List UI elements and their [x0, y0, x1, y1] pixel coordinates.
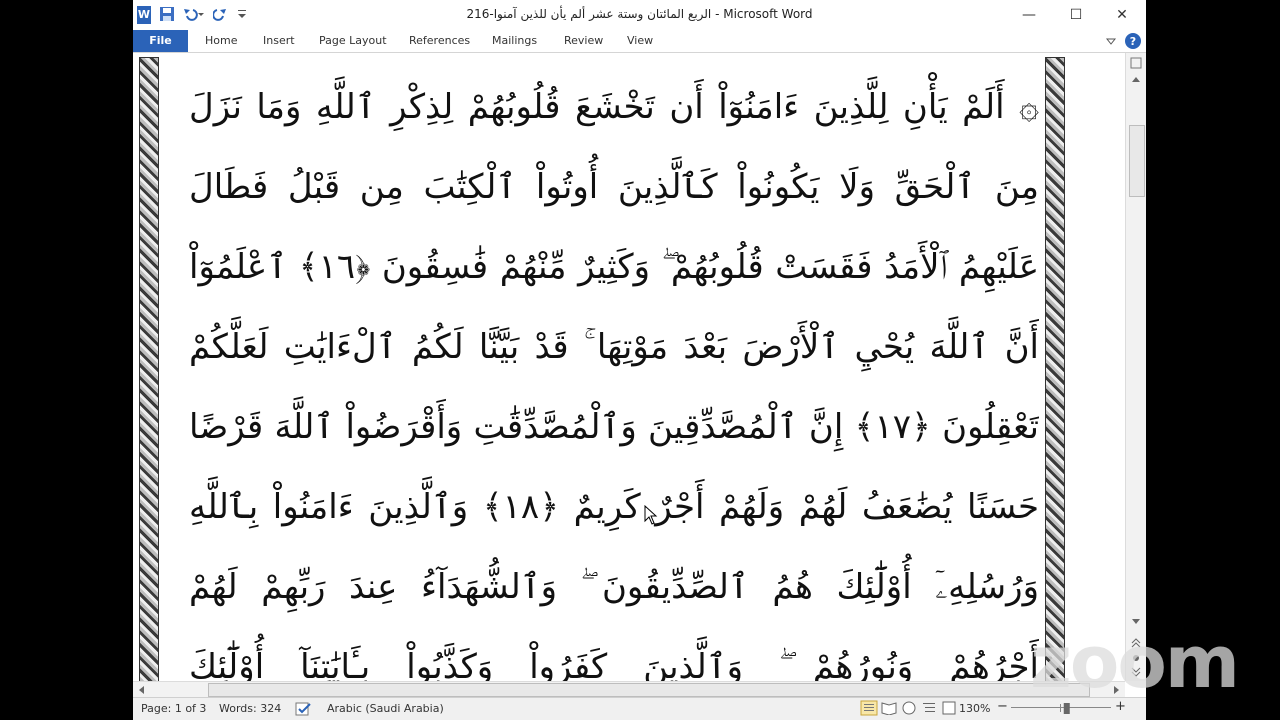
window-title: الربع المائتان وستة عشر ألم يأن للذين آم…	[466, 7, 813, 21]
mouse-cursor-icon	[644, 505, 658, 525]
status-bar: Page: 1 of 3 Words: 324 Arabic (Saudi Ar…	[133, 697, 1146, 720]
tab-home[interactable]: Home	[205, 30, 237, 52]
vertical-scrollbar[interactable]	[1125, 53, 1146, 681]
tab-insert[interactable]: Insert	[263, 30, 295, 52]
word-count[interactable]: Words: 324	[219, 702, 281, 716]
title-bar: W الربع المائتان وستة عشر ألم يأن للذين …	[133, 0, 1146, 30]
file-tab[interactable]: File	[133, 30, 188, 52]
tab-page-layout[interactable]: Page Layout	[319, 30, 387, 52]
full-screen-reading-icon[interactable]	[881, 701, 897, 715]
print-layout-icon[interactable]	[860, 700, 878, 716]
help-icon[interactable]: ?	[1124, 32, 1142, 50]
text-line[interactable]: ۞ أَلَمْ يَأْنِ لِلَّذِينَ ءَامَنُوٓاْ أ…	[189, 67, 1039, 147]
zoom-level[interactable]: 130%	[959, 702, 990, 716]
scroll-left-icon[interactable]	[137, 685, 145, 695]
text-line[interactable]: وَرُسُلِهِۦٓ أُوْلَٰٓئِكَ هُمُ ٱلصِّدِّي…	[189, 547, 1039, 627]
web-layout-icon[interactable]	[901, 701, 917, 715]
language-indicator[interactable]: Arabic (Saudi Arabia)	[327, 702, 444, 716]
ribbon-tabs: File Home Insert Page Layout References …	[133, 30, 1146, 53]
page-border-right	[1045, 57, 1065, 681]
horizontal-scroll-thumb[interactable]	[208, 683, 1090, 697]
text-line[interactable]: حَسَنًا يُضَٰعَفُ لَهُمْ وَلَهُمْ أَجْرٌ…	[189, 467, 1039, 547]
text-line[interactable]: مِنَ ٱلْحَقِّ وَلَا يَكُونُواْ كَٱلَّذِي…	[189, 147, 1039, 227]
minimize-button[interactable]: —	[1006, 0, 1052, 30]
outline-icon[interactable]	[921, 701, 937, 715]
svg-text:?: ?	[1130, 35, 1136, 48]
document-page[interactable]: ۞ أَلَمْ يَأْنِ لِلَّذِينَ ءَامَنُوٓاْ أ…	[137, 57, 1087, 681]
document-text[interactable]: ۞ أَلَمْ يَأْنِ لِلَّذِينَ ءَامَنُوٓاْ أ…	[189, 67, 1039, 681]
horizontal-scrollbar[interactable]	[133, 681, 1125, 697]
tab-view[interactable]: View	[627, 30, 653, 52]
zoom-watermark: zoom	[1030, 620, 1240, 704]
zoom-out-button[interactable]: −	[997, 700, 1008, 714]
tab-mailings[interactable]: Mailings	[492, 30, 537, 52]
document-area[interactable]: ۞ أَلَمْ يَأْنِ لِلَّذِينَ ءَامَنُوٓاْ أ…	[133, 53, 1123, 681]
tab-references[interactable]: References	[409, 30, 470, 52]
text-line[interactable]: عَلَيْهِمُ ٱلْأَمَدُ فَقَسَتْ قُلُوبُهُم…	[189, 227, 1039, 307]
word-window: W الربع المائتان وستة عشر ألم يأن للذين …	[133, 0, 1146, 720]
page-border-left	[139, 57, 159, 681]
tab-review[interactable]: Review	[564, 30, 603, 52]
vertical-scroll-thumb[interactable]	[1129, 125, 1145, 197]
maximize-button[interactable]: ☐	[1053, 0, 1099, 30]
text-line[interactable]: أَجْرُهُمْ وَنُورُهُمْ ۖ وَٱلَّذِينَ كَف…	[189, 627, 1039, 681]
ruler-toggle-icon[interactable]	[1130, 57, 1142, 69]
close-button[interactable]: ✕	[1099, 0, 1145, 30]
minimize-ribbon-icon[interactable]	[1105, 34, 1117, 48]
page-count[interactable]: Page: 1 of 3	[141, 702, 206, 716]
text-line[interactable]: تَعْقِلُونَ ﴿١٧﴾ إِنَّ ٱلْمُصَّدِّقِينَ …	[189, 387, 1039, 467]
proofing-icon[interactable]	[295, 701, 313, 717]
scroll-up-icon[interactable]	[1131, 75, 1141, 83]
text-line[interactable]: أَنَّ ٱللَّهَ يُحْيِ ٱلْأَرْضَ بَعْدَ مَ…	[189, 307, 1039, 387]
draft-icon[interactable]	[941, 701, 957, 715]
